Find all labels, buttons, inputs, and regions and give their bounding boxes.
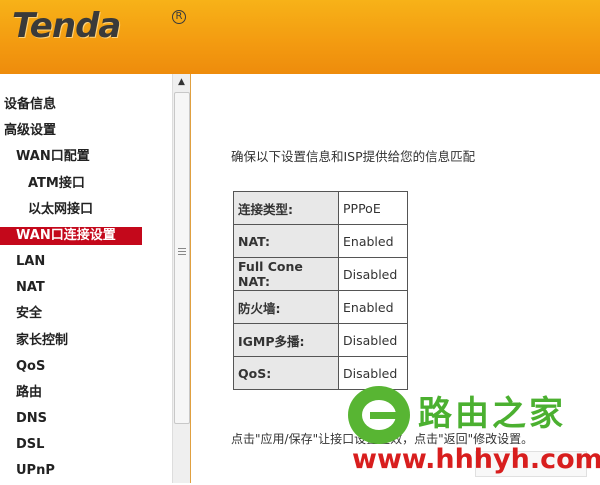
- sidebar-item-4[interactable]: 以太网接口: [0, 197, 172, 223]
- scroll-up-icon[interactable]: ▲: [173, 74, 190, 90]
- table-row: IGMP多播: Disabled: [233, 323, 408, 357]
- row-key: QoS:: [233, 356, 339, 390]
- watermark-title: 路由之家: [418, 394, 566, 434]
- row-value: Disabled: [338, 323, 408, 357]
- sidebar-scrollbar[interactable]: ▲: [172, 74, 190, 483]
- sidebar-item-3[interactable]: ATM接口: [0, 171, 172, 197]
- table-row: 防火墙: Enabled: [233, 290, 408, 324]
- sidebar-item-0[interactable]: 设备信息: [0, 92, 172, 118]
- intro-text: 确保以下设置信息和ISP提供给您的信息匹配: [231, 149, 476, 164]
- watermark-logo-icon: [348, 386, 410, 444]
- row-value: PPPoE: [338, 191, 408, 225]
- sidebar-item-5[interactable]: WAN口连接设置: [0, 226, 142, 245]
- table-row: Full Cone NAT: Disabled: [233, 257, 408, 291]
- sidebar-item-12[interactable]: DNS: [0, 406, 172, 432]
- row-key: 连接类型:: [233, 191, 339, 225]
- table-row: 连接类型: PPPoE: [233, 191, 408, 225]
- row-key: 防火墙:: [233, 290, 339, 324]
- row-key: IGMP多播:: [233, 323, 339, 357]
- sidebar-item-6[interactable]: LAN: [0, 249, 172, 275]
- sidebar-item-10[interactable]: QoS: [0, 354, 172, 380]
- sidebar-item-7[interactable]: NAT: [0, 275, 172, 301]
- row-value: Disabled: [338, 257, 408, 291]
- row-key: NAT:: [233, 224, 339, 258]
- table-row: NAT: Enabled: [233, 224, 408, 258]
- row-value: Enabled: [338, 290, 408, 324]
- header-banner: Tenda R: [0, 0, 600, 74]
- sidebar-item-2[interactable]: WAN口配置: [0, 144, 172, 170]
- sidebar-item-13[interactable]: DSL: [0, 432, 172, 458]
- row-key: Full Cone NAT:: [233, 257, 339, 291]
- sidebar-nav: 设备信息 高级设置 WAN口配置 ATM接口 以太网接口 WAN口连接设置 LAN NAT 安全…: [0, 92, 172, 485]
- site-watermark: 路由之家 www.hhhyh.com: [344, 382, 600, 483]
- scroll-thumb[interactable]: [174, 92, 190, 424]
- sidebar: 设备信息 高级设置 WAN口配置 ATM接口 以太网接口 WAN口连接设置 LAN NAT 安全…: [0, 74, 191, 483]
- grip-icon: [178, 248, 186, 257]
- sidebar-item-1[interactable]: 高级设置: [0, 118, 172, 144]
- sidebar-item-9[interactable]: 家长控制: [0, 328, 172, 354]
- tenda-logo: Tenda: [12, 6, 121, 46]
- watermark-url: www.hhhyh.com: [352, 444, 600, 475]
- registered-mark: R: [172, 10, 186, 24]
- sidebar-item-14[interactable]: UPnP: [0, 458, 172, 484]
- sidebar-item-8[interactable]: 安全: [0, 301, 172, 327]
- sidebar-item-11[interactable]: 路由: [0, 380, 172, 406]
- row-value: Enabled: [338, 224, 408, 258]
- summary-table: 连接类型: PPPoE NAT: Enabled Full Cone NAT: Disab…: [233, 191, 408, 390]
